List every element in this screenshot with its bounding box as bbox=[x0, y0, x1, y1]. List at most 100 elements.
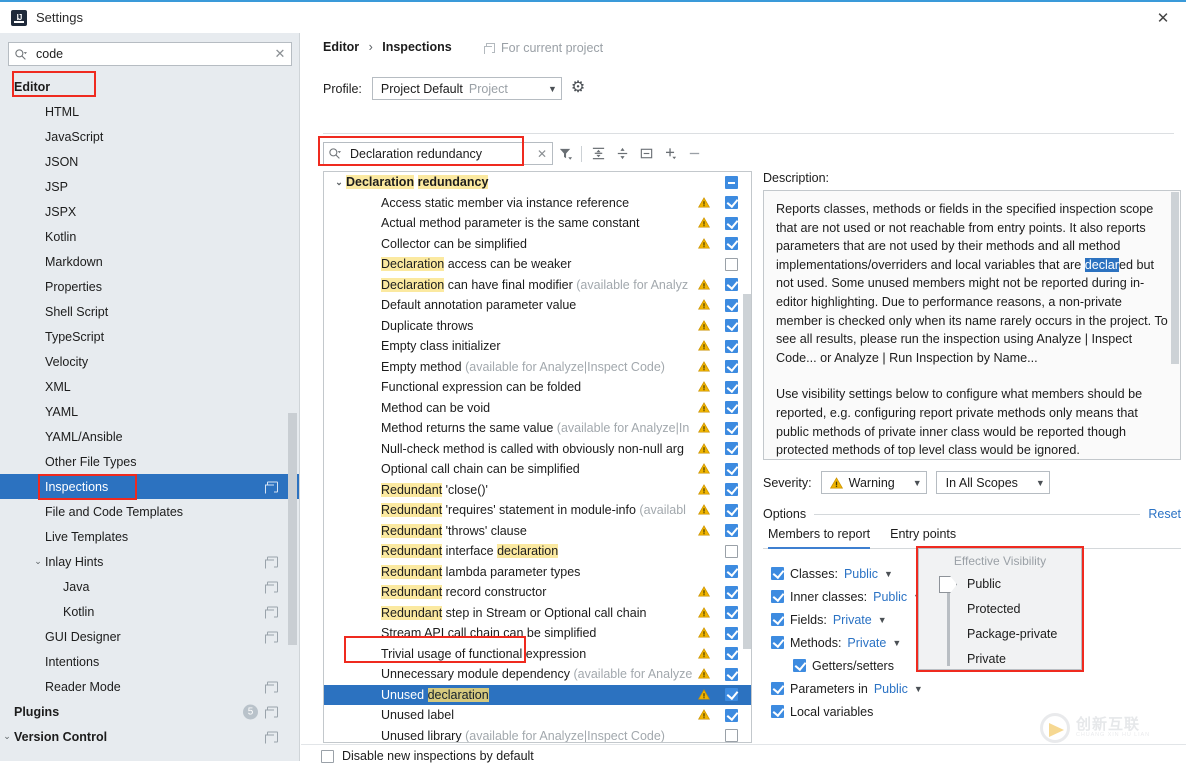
chevron-down-icon[interactable]: ▼ bbox=[892, 638, 901, 648]
option-checkbox[interactable] bbox=[771, 705, 784, 718]
chevron-down-icon[interactable]: ⌄ bbox=[332, 177, 346, 188]
inspection-search-input[interactable]: Declaration redundancy ✕ bbox=[323, 142, 553, 165]
inspection-checkbox[interactable] bbox=[725, 340, 738, 353]
inspection-row[interactable]: Redundant interface declaration bbox=[324, 541, 751, 562]
copy-icon[interactable] bbox=[267, 556, 278, 567]
option-checkbox[interactable] bbox=[771, 636, 784, 649]
inspection-checkbox[interactable] bbox=[725, 586, 738, 599]
option-checkbox[interactable] bbox=[771, 567, 784, 580]
inspection-checkbox[interactable] bbox=[725, 668, 738, 681]
copy-icon[interactable] bbox=[267, 731, 278, 742]
inspection-row[interactable]: Functional expression can be folded bbox=[324, 377, 751, 398]
group-by-icon[interactable] bbox=[634, 143, 658, 165]
copy-icon[interactable] bbox=[267, 681, 278, 692]
inspection-row[interactable]: Actual method parameter is the same cons… bbox=[324, 213, 751, 234]
inspection-row[interactable]: Optional call chain can be simplified bbox=[324, 459, 751, 480]
sidebar-scrollbar[interactable] bbox=[288, 413, 297, 645]
close-icon[interactable]: ✕ bbox=[1140, 2, 1186, 33]
inspection-checkbox[interactable] bbox=[725, 217, 738, 230]
inspection-checkbox[interactable] bbox=[725, 565, 738, 578]
inspection-row[interactable]: Method returns the same value (available… bbox=[324, 418, 751, 439]
sidebar-item-version-control[interactable]: ⌄Version Control bbox=[0, 724, 300, 749]
inspection-checkbox[interactable] bbox=[725, 319, 738, 332]
sidebar-item-plugins[interactable]: Plugins5 bbox=[0, 699, 300, 724]
sidebar-item-jsp[interactable]: JSP bbox=[0, 174, 300, 199]
option-checkbox[interactable] bbox=[793, 659, 806, 672]
inspection-checkbox[interactable] bbox=[725, 381, 738, 394]
sidebar-item-xml[interactable]: XML bbox=[0, 374, 300, 399]
inspection-checkbox[interactable] bbox=[725, 176, 738, 189]
inspection-checkbox[interactable] bbox=[725, 422, 738, 435]
inspection-checkbox[interactable] bbox=[725, 504, 738, 517]
inspection-checkbox[interactable] bbox=[725, 463, 738, 476]
inspection-row[interactable]: Unused library (available for Analyze|In… bbox=[324, 726, 751, 744]
sidebar-item-inlay-hints[interactable]: ⌄Inlay Hints bbox=[0, 549, 300, 574]
inspection-checkbox[interactable] bbox=[725, 196, 738, 209]
profile-dropdown[interactable]: Project Default Project ▼ bbox=[372, 77, 562, 100]
chevron-down-icon[interactable]: ▼ bbox=[884, 569, 893, 579]
sidebar-item-file-and-code-templates[interactable]: File and Code Templates bbox=[0, 499, 300, 524]
effective-visibility-popup[interactable]: Effective Visibility Public Protected Pa… bbox=[918, 548, 1082, 670]
inspection-row[interactable]: Unnecessary module dependency (available… bbox=[324, 664, 751, 685]
option-value[interactable]: Private bbox=[833, 613, 872, 627]
inspection-row[interactable]: Method can be void bbox=[324, 398, 751, 419]
inspection-row[interactable]: Declaration access can be weaker bbox=[324, 254, 751, 275]
inspection-row[interactable]: Redundant 'throws' clause bbox=[324, 521, 751, 542]
option-value[interactable]: Public bbox=[873, 590, 907, 604]
inspection-checkbox[interactable] bbox=[725, 545, 738, 558]
description-scrollbar[interactable] bbox=[1171, 192, 1179, 364]
clear-icon[interactable]: ✕ bbox=[532, 147, 552, 161]
chevron-down-icon[interactable]: ⌄ bbox=[31, 556, 45, 567]
visibility-option-private[interactable]: Private bbox=[967, 652, 1006, 666]
breadcrumb-item-editor[interactable]: Editor bbox=[323, 40, 359, 54]
inspection-row[interactable]: Empty class initializer bbox=[324, 336, 751, 357]
inspection-row[interactable]: Unused label bbox=[324, 705, 751, 726]
inspection-checkbox[interactable] bbox=[725, 729, 738, 742]
option-row[interactable]: Parameters inPublic▼ bbox=[771, 677, 1186, 700]
inspection-checkbox[interactable] bbox=[725, 258, 738, 271]
copy-icon[interactable] bbox=[267, 706, 278, 717]
sidebar-item-json[interactable]: JSON bbox=[0, 149, 300, 174]
scope-dropdown[interactable]: In All Scopes ▼ bbox=[936, 471, 1050, 494]
sidebar-item-jspx[interactable]: JSPX bbox=[0, 199, 300, 224]
sidebar-item-typescript[interactable]: TypeScript bbox=[0, 324, 300, 349]
copy-icon[interactable] bbox=[267, 631, 278, 642]
inspection-row[interactable]: Stream API call chain can be simplified bbox=[324, 623, 751, 644]
filter-icon[interactable] bbox=[553, 143, 577, 165]
inspection-row[interactable]: Collector can be simplified bbox=[324, 234, 751, 255]
inspection-checkbox[interactable] bbox=[725, 237, 738, 250]
inspection-list[interactable]: ⌄Declaration redundancyAccess static mem… bbox=[323, 171, 752, 743]
option-checkbox[interactable] bbox=[771, 613, 784, 626]
inspection-checkbox[interactable] bbox=[725, 524, 738, 537]
collapse-all-icon[interactable] bbox=[610, 143, 634, 165]
inspection-row[interactable]: Redundant lambda parameter types bbox=[324, 562, 751, 583]
visibility-option-protected[interactable]: Protected bbox=[967, 602, 1021, 616]
visibility-option-package-private[interactable]: Package-private bbox=[967, 627, 1057, 641]
inspection-checkbox[interactable] bbox=[725, 360, 738, 373]
sidebar-item-html[interactable]: HTML bbox=[0, 99, 300, 124]
tab-members-to-report[interactable]: Members to report bbox=[768, 527, 870, 549]
settings-search-input[interactable]: code ✕ bbox=[8, 42, 292, 66]
inspection-row[interactable]: Unused declaration bbox=[324, 685, 751, 706]
sidebar-item-markdown[interactable]: Markdown bbox=[0, 249, 300, 274]
chevron-down-icon[interactable]: ▼ bbox=[914, 684, 923, 694]
inspection-row[interactable]: Default annotation parameter value bbox=[324, 295, 751, 316]
option-checkbox[interactable] bbox=[771, 682, 784, 695]
inspection-row[interactable]: Redundant 'requires' statement in module… bbox=[324, 500, 751, 521]
inspection-checkbox[interactable] bbox=[725, 299, 738, 312]
inspection-list-scrollbar[interactable] bbox=[743, 294, 751, 649]
copy-icon[interactable] bbox=[267, 581, 278, 592]
chevron-down-icon[interactable]: ⌄ bbox=[0, 731, 14, 742]
sidebar-item-reader-mode[interactable]: Reader Mode bbox=[0, 674, 300, 699]
severity-dropdown[interactable]: Warning ▼ bbox=[821, 471, 927, 494]
sidebar-item-velocity[interactable]: Velocity bbox=[0, 349, 300, 374]
inspection-row[interactable]: Redundant 'close()' bbox=[324, 480, 751, 501]
sidebar-item-yaml[interactable]: YAML bbox=[0, 399, 300, 424]
sidebar-item-kotlin[interactable]: Kotlin bbox=[0, 224, 300, 249]
sidebar-item-other-file-types[interactable]: Other File Types bbox=[0, 449, 300, 474]
sidebar-item-shell-script[interactable]: Shell Script bbox=[0, 299, 300, 324]
inspection-group-row[interactable]: ⌄Declaration redundancy bbox=[324, 172, 751, 193]
visibility-slider-knob[interactable] bbox=[939, 576, 957, 593]
inspection-checkbox[interactable] bbox=[725, 442, 738, 455]
add-icon[interactable] bbox=[658, 143, 682, 165]
